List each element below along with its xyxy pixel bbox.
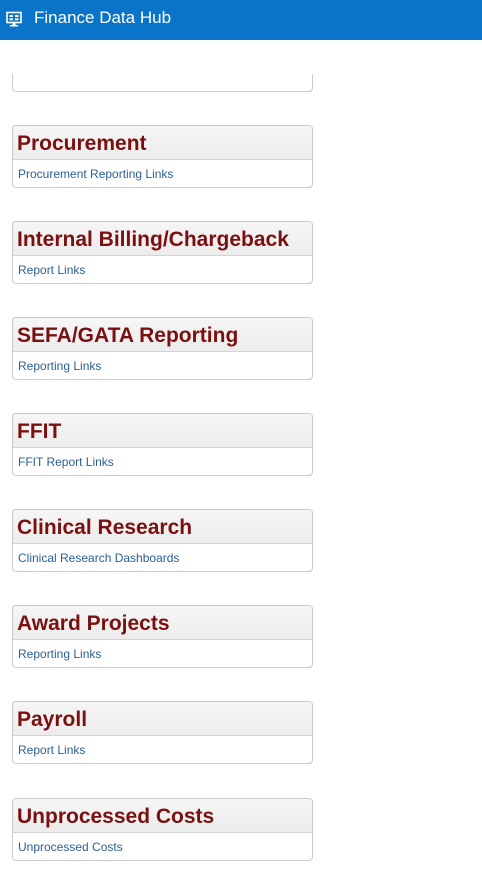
app-title: Finance Data Hub [34,8,172,27]
card-body: Procurement Reporting Links [13,160,312,187]
card-title: Award Projects [17,611,170,635]
card-body: Clinical Research Dashboards [13,544,312,571]
procurement-reporting-link[interactable]: Procurement Reporting Links [18,167,173,181]
card-body: Reporting Links [13,640,312,667]
payroll-report-link[interactable]: Report Links [18,743,85,757]
report-card-list: ​ Procurement Procurement Reporting Link… [0,40,482,879]
card-header: Payroll [13,702,312,736]
card-internal-billing: Internal Billing/Chargeback Report Links [12,221,313,284]
award-projects-reporting-link[interactable]: Reporting Links [18,647,101,661]
card-header: Internal Billing/Chargeback [13,222,312,256]
card-payroll: Payroll Report Links [12,701,313,764]
scrolled-card-fragment: ​ [12,74,313,92]
card-header: Unprocessed Costs [13,799,312,833]
card-title: Procurement [17,131,147,155]
card-award-projects: Award Projects Reporting Links [12,605,313,668]
card-body: Reporting Links [13,352,312,379]
top-navigation-bar: Finance Data Hub [0,0,482,40]
unprocessed-costs-link[interactable]: Unprocessed Costs [18,840,123,854]
card-unprocessed-costs: Unprocessed Costs Unprocessed Costs [12,798,313,861]
card-procurement: Procurement Procurement Reporting Links [12,125,313,188]
card-header: Award Projects [13,606,312,640]
card-body: Unprocessed Costs [13,833,312,860]
card-ffit: FFIT FFIT Report Links [12,413,313,476]
card-title: Clinical Research [17,515,193,539]
card-header: FFIT [13,414,312,448]
card-title: SEFA/GATA Reporting [17,323,239,347]
card-header: Clinical Research [13,510,312,544]
card-title: FFIT [17,419,62,443]
internal-billing-report-link[interactable]: Report Links [18,263,85,277]
card-title: Payroll [17,707,88,731]
card-body: Report Links [13,736,312,763]
card-title: Internal Billing/Chargeback [17,227,289,251]
dashboard-monitor-icon[interactable] [5,10,23,28]
card-clinical-research: Clinical Research Clinical Research Dash… [12,509,313,572]
card-title: Unprocessed Costs [17,804,215,828]
clinical-research-dashboards-link[interactable]: Clinical Research Dashboards [18,551,179,565]
card-body: Report Links [13,256,312,283]
card-header: SEFA/GATA Reporting [13,318,312,352]
card-header: Procurement [13,126,312,160]
sefa-gata-reporting-link[interactable]: Reporting Links [18,359,101,373]
ffit-report-link[interactable]: FFIT Report Links [18,455,114,469]
card-sefa-gata-reporting: SEFA/GATA Reporting Reporting Links [12,317,313,380]
card-body: FFIT Report Links [13,448,312,475]
